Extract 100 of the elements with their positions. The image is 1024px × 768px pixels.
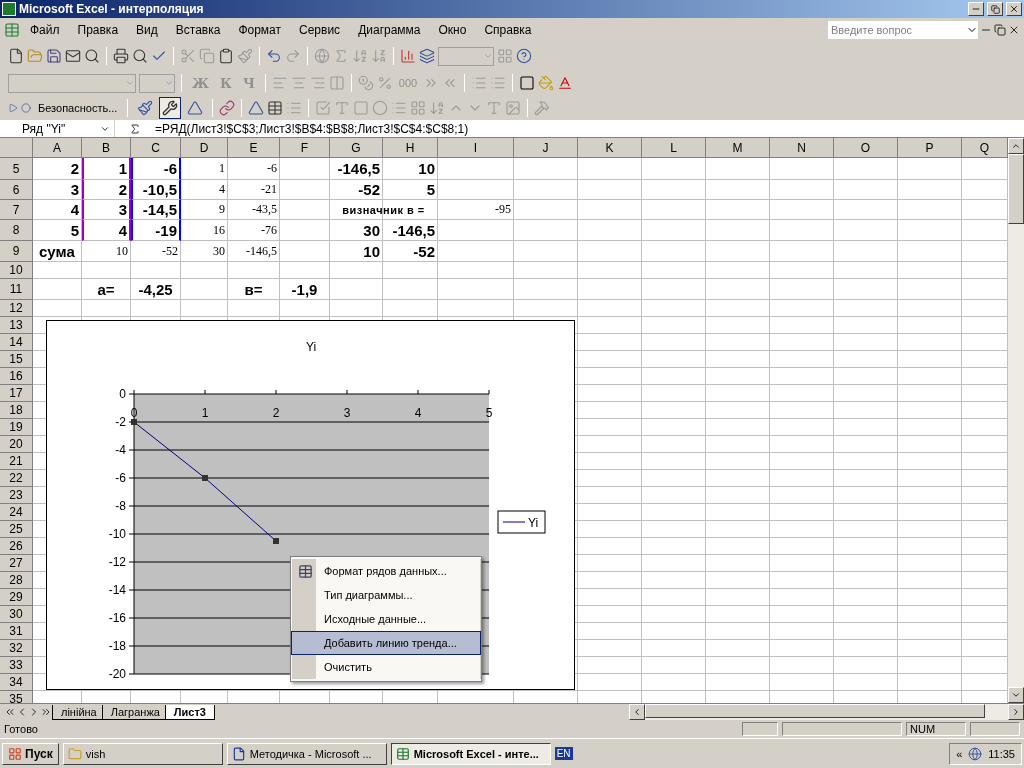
triangle-icon[interactable] [187, 100, 204, 116]
security-button[interactable]: Безопасность... [34, 102, 122, 114]
formula-field[interactable]: =РЯД(Лист3!$C$3;Лист3!$B$4:$B$8;Лист3!$C$4:$C$8;1) [155, 121, 469, 136]
checkbox-icon[interactable] [315, 100, 332, 116]
last-sheet-icon[interactable] [40, 706, 52, 718]
column-header[interactable]: J [514, 138, 578, 158]
close-button[interactable] [1006, 2, 1022, 16]
close-icon[interactable] [1008, 24, 1020, 36]
column-header[interactable]: B [82, 138, 131, 158]
menu-option[interactable]: Исходные данные... [291, 607, 481, 631]
font-color-icon[interactable] [557, 75, 574, 91]
row-header[interactable]: 5 [0, 158, 33, 180]
table-cell[interactable]: 5 [383, 180, 438, 200]
option-icon[interactable] [372, 100, 389, 116]
table-cell[interactable]: 2 [82, 180, 131, 200]
scroll-down-icon[interactable] [1011, 690, 1021, 700]
table-cell[interactable]: 3 [33, 180, 82, 200]
row-header[interactable]: 25 [0, 521, 33, 538]
name-box[interactable]: Ряд "Yi" [0, 120, 115, 137]
font-combo[interactable] [8, 73, 136, 93]
table-cell[interactable]: -10,5 [131, 180, 181, 200]
menu-item[interactable]: Диаграмма [350, 21, 429, 39]
row-header[interactable]: 29 [0, 589, 33, 606]
scroll-right-icon[interactable] [1011, 707, 1021, 717]
row-header[interactable]: 7 [0, 200, 33, 220]
network-icon[interactable] [968, 746, 983, 761]
data-marker[interactable] [131, 419, 137, 425]
table-cell[interactable]: 1 [181, 158, 228, 180]
currency-icon[interactable] [357, 75, 374, 91]
column-header[interactable]: K [578, 138, 642, 158]
cut-icon[interactable] [180, 48, 196, 64]
row-header[interactable]: 31 [0, 623, 33, 640]
row-header[interactable]: 34 [0, 674, 33, 691]
row-header[interactable]: 23 [0, 487, 33, 504]
row-header[interactable]: 22 [0, 470, 33, 487]
taskbar-button[interactable]: Методичка - Microsoft ... [226, 742, 387, 765]
row-header[interactable]: 24 [0, 504, 33, 521]
redo-icon[interactable] [285, 48, 301, 64]
row-header[interactable]: 9 [0, 241, 33, 262]
table-cell[interactable]: 30 [181, 241, 228, 262]
align-right-icon[interactable] [309, 75, 326, 91]
table-cell[interactable]: 3 [82, 200, 131, 220]
row-header[interactable]: 35 [0, 691, 33, 703]
button-control-icon[interactable] [353, 100, 370, 116]
column-header[interactable]: L [642, 138, 706, 158]
sum-icon[interactable] [333, 48, 349, 64]
row-header[interactable]: 28 [0, 572, 33, 589]
horizontal-scrollbar[interactable] [629, 704, 1024, 720]
column-header[interactable]: G [330, 138, 383, 158]
mail-icon[interactable] [65, 48, 81, 64]
row-header[interactable]: 13 [0, 317, 33, 334]
link-icon[interactable] [219, 100, 236, 116]
label-icon[interactable] [486, 100, 503, 116]
table-cell[interactable]: визначник в = [330, 200, 438, 220]
scroll-left-icon[interactable] [632, 707, 642, 717]
column-header[interactable]: D [181, 138, 228, 158]
table-cell[interactable]: 1 [82, 158, 131, 180]
vertical-scrollbar[interactable] [1008, 138, 1024, 703]
paste-icon[interactable] [218, 48, 234, 64]
column-header[interactable]: E [228, 138, 280, 158]
minimize-button[interactable] [968, 2, 984, 16]
sort-ascending-icon[interactable] [352, 48, 368, 64]
fill-color-icon[interactable] [538, 75, 555, 91]
table-cell[interactable]: -52 [131, 241, 181, 262]
row-header[interactable]: 11 [0, 279, 33, 300]
menu-option[interactable]: Тип диаграммы... [291, 583, 481, 607]
sheet-tab[interactable]: Лист3 [164, 704, 215, 720]
column-header[interactable]: A [33, 138, 82, 158]
table-cell[interactable]: 4 [33, 200, 82, 220]
table-cell[interactable]: сума [33, 241, 82, 262]
column-header[interactable]: N [770, 138, 834, 158]
play-icon[interactable] [8, 103, 18, 113]
row-header[interactable]: 17 [0, 385, 33, 402]
restore-button[interactable] [987, 2, 1003, 16]
align-left-icon[interactable] [271, 75, 288, 91]
language-indicator[interactable]: EN [554, 747, 573, 760]
row-header[interactable]: 30 [0, 606, 33, 623]
column-header[interactable]: I [438, 138, 514, 158]
borders-icon[interactable] [519, 75, 536, 91]
record-icon[interactable] [21, 103, 31, 113]
percent-icon[interactable] [376, 75, 393, 91]
table-cell[interactable]: а= [82, 279, 131, 300]
table-cell[interactable]: -52 [330, 180, 383, 200]
table-cell[interactable]: 4 [82, 220, 131, 241]
table-cell[interactable]: -6 [131, 158, 181, 180]
start-button[interactable]: Пуск [2, 742, 59, 765]
table-cell[interactable]: -19 [131, 220, 181, 241]
table-cell[interactable]: -146,5 [330, 158, 383, 180]
table-cell[interactable]: 16 [181, 220, 228, 241]
menu-item[interactable]: Сервис [291, 21, 349, 39]
table-cell[interactable]: -1,9 [280, 279, 330, 300]
column-header[interactable]: C [131, 138, 181, 158]
column-header[interactable]: Q [962, 138, 1008, 158]
menu-option[interactable]: Формат рядов данных... [291, 559, 481, 583]
workbook-icon[interactable] [4, 22, 20, 38]
row-header[interactable]: 12 [0, 300, 33, 317]
table-cell[interactable]: -146,5 [383, 220, 438, 241]
undo-icon[interactable] [266, 48, 282, 64]
table-cell[interactable]: -43,5 [228, 200, 280, 220]
row-header[interactable]: 14 [0, 334, 33, 351]
